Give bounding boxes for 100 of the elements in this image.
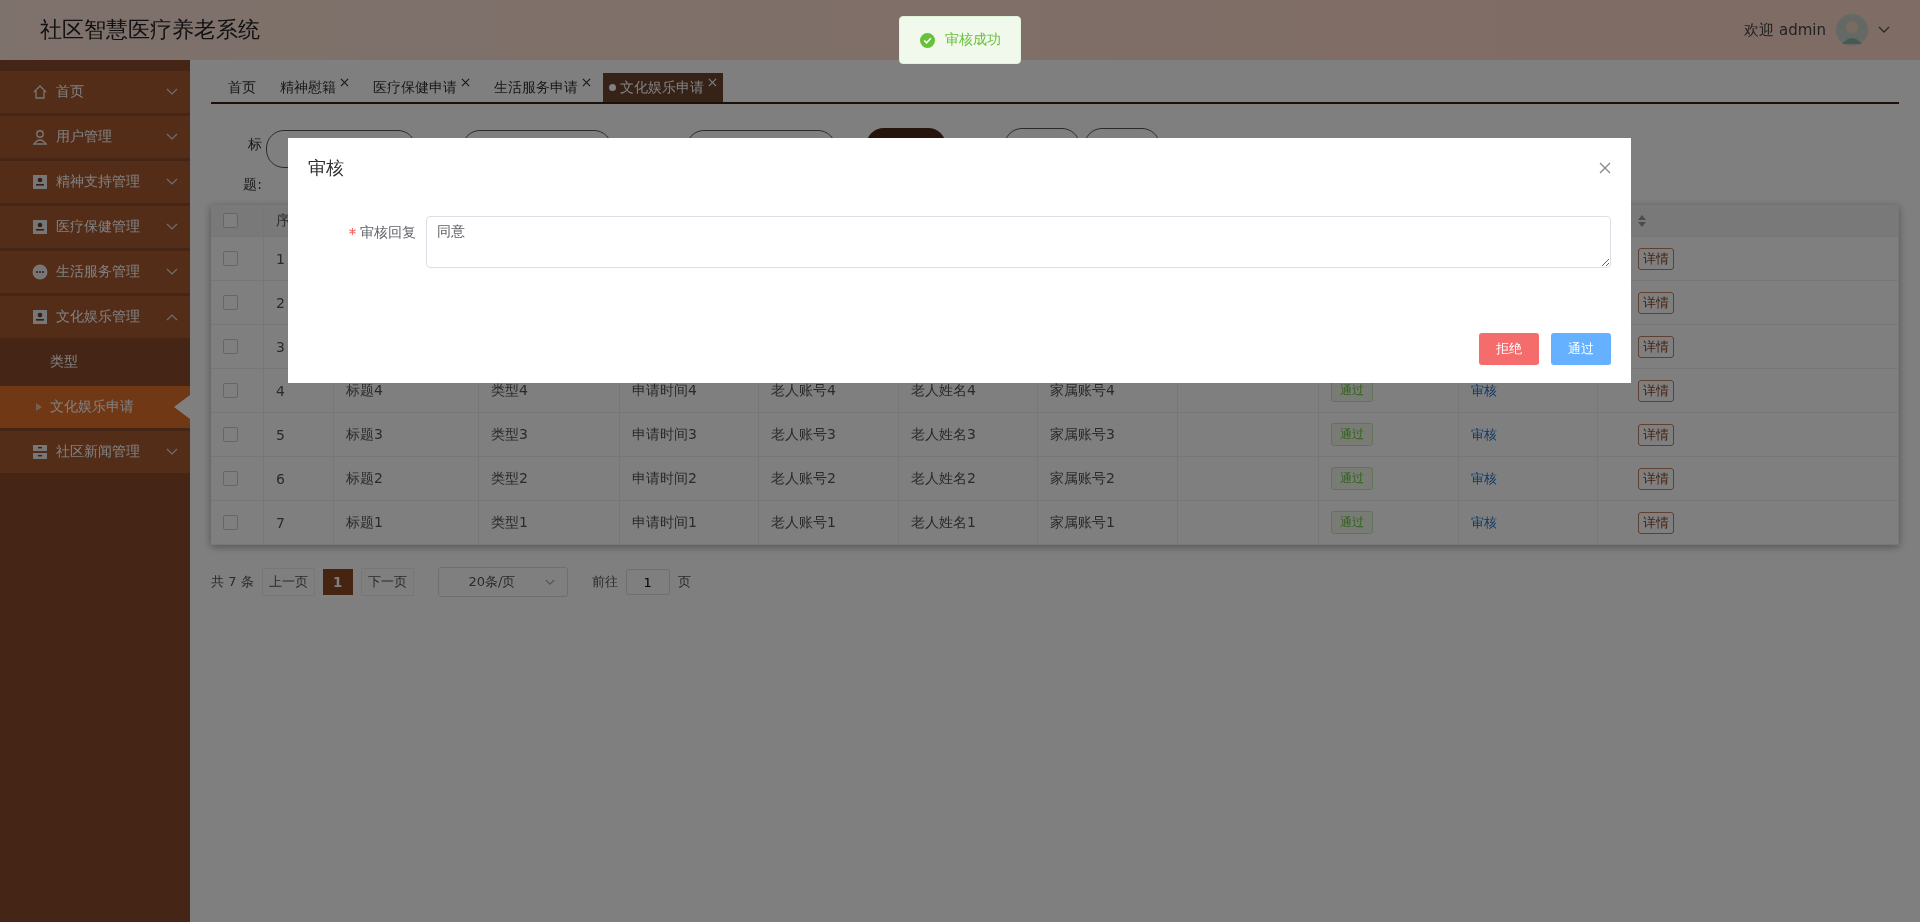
detail-button[interactable]: 详情 — [1638, 467, 1674, 490]
reject-button[interactable]: 拒绝 — [1479, 333, 1539, 365]
total-count: 共 7 条 — [211, 573, 254, 591]
column-header: 序 — [276, 211, 290, 230]
table-cell: 5 — [276, 426, 285, 443]
chevron-up-icon — [166, 313, 178, 321]
submenu-item[interactable]: 文化娱乐申请 — [0, 386, 190, 428]
table-cell: 老人账号2 — [771, 469, 836, 488]
approve-button[interactable]: 通过 — [1551, 333, 1611, 365]
status-tag: 通过 — [1331, 423, 1373, 446]
table-cell: 申请时间1 — [632, 513, 697, 532]
menu-item[interactable]: 医疗保健管理 — [0, 206, 190, 248]
table-cell: 类型4 — [491, 381, 528, 400]
dot-icon — [609, 84, 616, 91]
drawer-icon — [32, 444, 48, 460]
table-cell: 申请时间4 — [632, 381, 697, 400]
menu-item[interactable]: 文化娱乐管理 — [0, 296, 190, 338]
avatar-icon[interactable] — [1836, 14, 1868, 46]
chevron-down-icon — [166, 88, 178, 96]
table-cell: 6 — [276, 470, 285, 487]
table-cell: 申请时间2 — [632, 469, 697, 488]
toast-message: 审核成功 — [899, 16, 1021, 64]
card-icon — [32, 174, 48, 190]
detail-button[interactable]: 详情 — [1638, 247, 1674, 270]
review-link[interactable]: 审核 — [1471, 469, 1497, 488]
menu-item[interactable]: 首页 — [0, 71, 190, 113]
table-cell: 1 — [276, 250, 285, 267]
check-circle-icon — [919, 32, 935, 48]
card-icon — [32, 309, 48, 325]
review-link[interactable]: 审核 — [1471, 381, 1497, 400]
checkbox[interactable] — [223, 515, 238, 530]
table-cell: 老人账号4 — [771, 381, 836, 400]
table-cell: 家属账号3 — [1050, 425, 1115, 444]
chevron-down-icon — [166, 133, 178, 141]
chevron-down-icon — [166, 223, 178, 231]
checkbox[interactable] — [223, 295, 238, 310]
close-icon[interactable] — [582, 78, 591, 87]
chevron-down-icon[interactable] — [1878, 26, 1890, 34]
table-cell: 老人账号1 — [771, 513, 836, 532]
close-icon[interactable] — [461, 78, 470, 87]
user-icon — [32, 129, 48, 145]
submenu-item[interactable]: 类型 — [0, 341, 190, 383]
chevron-down-icon — [544, 578, 555, 586]
chevron-down-icon — [166, 178, 178, 186]
table-cell: 家属账号4 — [1050, 381, 1115, 400]
table-cell: 老人账号3 — [771, 425, 836, 444]
table-cell: 4 — [276, 382, 285, 399]
table-cell: 老人姓名3 — [911, 425, 976, 444]
pointer-icon — [174, 395, 190, 419]
caret-right-icon — [36, 403, 42, 411]
close-icon[interactable] — [1599, 162, 1611, 174]
table-cell: 老人姓名1 — [911, 513, 976, 532]
checkbox[interactable] — [223, 427, 238, 442]
checkbox[interactable] — [223, 339, 238, 354]
field-label: 审核回复 — [360, 224, 416, 240]
table-cell: 申请时间3 — [632, 425, 697, 444]
status-tag: 通过 — [1331, 511, 1373, 534]
menu-item[interactable]: 社区新闻管理 — [0, 431, 190, 473]
sort-icon[interactable] — [1638, 214, 1646, 227]
table-cell: 类型3 — [491, 425, 528, 444]
page-input[interactable]: 1 — [625, 569, 670, 595]
review-link[interactable]: 审核 — [1471, 513, 1497, 532]
close-icon[interactable] — [340, 78, 349, 87]
table-cell: 类型2 — [491, 469, 528, 488]
table-cell: 标题3 — [346, 425, 383, 444]
goto-label: 前往 — [591, 573, 618, 591]
field-label: 标题: — [242, 135, 262, 194]
menu-item[interactable]: 生活服务管理 — [0, 251, 190, 293]
menu-item[interactable]: 精神支持管理 — [0, 161, 190, 203]
page-button[interactable]: 1 — [322, 569, 353, 595]
chevron-down-icon — [166, 448, 178, 456]
menu-item[interactable]: 用户管理 — [0, 116, 190, 158]
page-size-select[interactable]: 20条/页 — [437, 567, 568, 597]
app-title: 社区智慧医疗养老系统 — [40, 16, 260, 44]
tab[interactable]: 医疗保健申请 — [361, 73, 482, 102]
tab[interactable]: 精神慰籍 — [268, 73, 361, 102]
table-cell: 标题1 — [346, 513, 383, 532]
table-cell: 3 — [276, 338, 285, 355]
detail-button[interactable]: 详情 — [1638, 335, 1674, 358]
checkbox[interactable] — [223, 251, 238, 266]
detail-button[interactable]: 详情 — [1638, 291, 1674, 314]
table-cell: 2 — [276, 294, 285, 311]
tab[interactable]: 首页 — [216, 73, 268, 102]
checkbox[interactable] — [223, 383, 238, 398]
table-cell: 家属账号2 — [1050, 469, 1115, 488]
reply-field[interactable]: 同意 — [426, 216, 1611, 268]
table-cell: 类型1 — [491, 513, 528, 532]
checkbox[interactable] — [223, 213, 238, 228]
dialog-title: 审核 — [308, 156, 344, 180]
detail-button[interactable]: 详情 — [1638, 379, 1674, 402]
tab[interactable]: 生活服务申请 — [482, 73, 603, 102]
table-cell: 7 — [276, 514, 285, 531]
review-link[interactable]: 审核 — [1471, 425, 1497, 444]
welcome-text: 欢迎 admin — [1744, 20, 1826, 40]
chevron-down-icon — [166, 268, 178, 276]
detail-button[interactable]: 详情 — [1638, 511, 1674, 534]
card-icon — [32, 219, 48, 235]
tab[interactable]: 文化娱乐申请 — [603, 73, 723, 102]
detail-button[interactable]: 详情 — [1638, 423, 1674, 446]
checkbox[interactable] — [223, 471, 238, 486]
